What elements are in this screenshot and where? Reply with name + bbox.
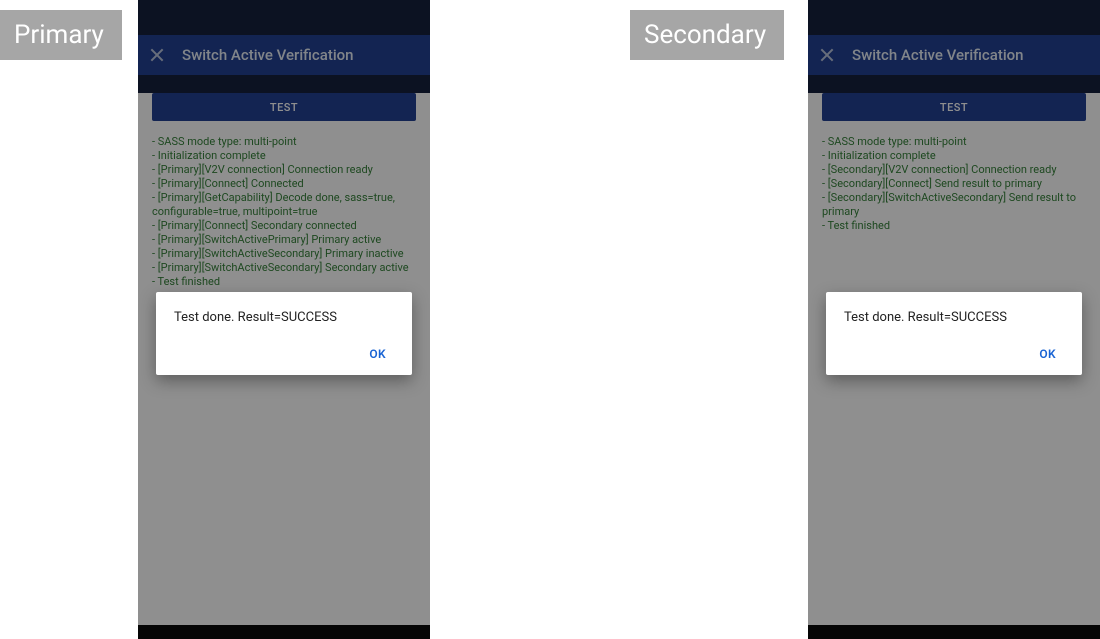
dialog-actions: OK	[844, 343, 1064, 365]
role-label-primary: Primary	[0, 10, 122, 60]
phone-primary: Switch Active Verification TEST - SASS m…	[138, 0, 430, 639]
ok-button[interactable]: OK	[361, 343, 394, 365]
result-dialog: Test done. Result=SUCCESS OK	[826, 292, 1082, 375]
ok-button[interactable]: OK	[1031, 343, 1064, 365]
result-dialog: Test done. Result=SUCCESS OK	[156, 292, 412, 375]
role-label-secondary: Secondary	[630, 10, 784, 60]
dialog-message: Test done. Result=SUCCESS	[844, 310, 1064, 325]
phone-secondary: Switch Active Verification TEST - SASS m…	[808, 0, 1100, 639]
dialog-actions: OK	[174, 343, 394, 365]
dialog-message: Test done. Result=SUCCESS	[174, 310, 394, 325]
